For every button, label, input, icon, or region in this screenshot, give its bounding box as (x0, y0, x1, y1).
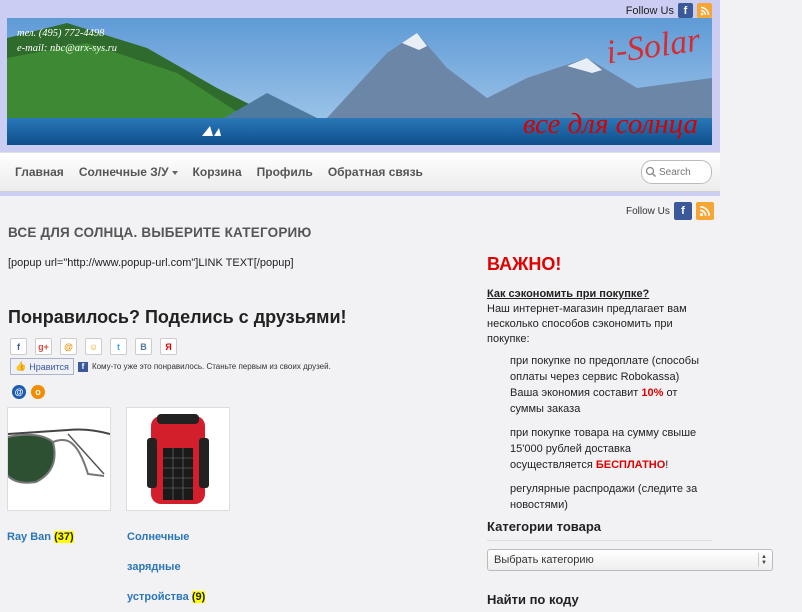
header-banner: тел. (495) 772-4498 e-mail: nbc@arx-sys.… (7, 18, 712, 145)
search-icon (645, 166, 656, 177)
moikrug-share-icon[interactable]: ☺ (85, 338, 102, 355)
twitter-share-icon[interactable]: t (110, 338, 127, 355)
phone-text: тел. (495) 772-4498 (17, 28, 105, 39)
search-box[interactable] (641, 160, 712, 184)
discount-percent: 10% (641, 387, 664, 399)
facebook-icon[interactable]: f (673, 202, 692, 220)
mail-share-icon[interactable]: @ (60, 338, 77, 355)
facebook-share-icon[interactable]: f (10, 338, 27, 355)
search-input[interactable] (657, 165, 707, 179)
nav-solar-chargers-label: Солнечные З/У (78, 165, 169, 179)
savings-heading-link[interactable]: Как сэкономить при покупке? (487, 288, 649, 300)
nav-profile[interactable]: Профиль (257, 165, 313, 179)
categories-heading: Категории товара (487, 519, 601, 534)
like-button[interactable]: 👍 Нравится (10, 358, 74, 375)
select-arrows-icon: ▲ ▼ (758, 553, 769, 567)
google-plus-share-icon[interactable]: g+ (35, 338, 52, 355)
facebook-like-widget: 👍 Нравится f Кому-то уже это понравилось.… (10, 358, 331, 375)
like-text: Кому-то уже это понравилось. Станьте пер… (91, 362, 331, 371)
savings-item: регулярные распродажи (следите за новост… (510, 483, 698, 511)
savings-item: при покупке товара на сумму свыше 15'000… (510, 425, 710, 473)
thumbs-up-icon: 👍 (15, 361, 27, 371)
category-name-line: устройства (127, 591, 189, 603)
yandex-share-icon[interactable]: Я (160, 338, 177, 355)
find-by-code-heading: Найти по коду (487, 592, 579, 607)
savings-item: при покупке по предоплате (способы оплат… (510, 353, 710, 417)
nav-solar-chargers[interactable]: Солнечные З/У (79, 165, 178, 179)
nav-home[interactable]: Главная (15, 165, 64, 179)
nav-feedback[interactable]: Обратная связь (328, 165, 423, 179)
category-count: (37) (54, 531, 74, 543)
tagline: все для солнца (522, 108, 698, 140)
product-image-rayban[interactable] (2, 407, 111, 511)
category-count: (9) (191, 591, 206, 603)
category-link-solar-chargers[interactable]: Солнечные зарядные устройства (9) (127, 522, 206, 612)
category-name: Ray Ban (7, 531, 52, 543)
contact-info: тел. (495) 772-4498 e-mail: nbc@arx-sys.… (17, 26, 117, 56)
chevron-down-icon (171, 170, 178, 175)
product-image-solar-chargers[interactable] (126, 407, 230, 511)
share-icons: f g+ @ ☺ t B Я (10, 338, 177, 355)
category-select-value: Выбрать категорию (494, 554, 594, 566)
divider (487, 540, 712, 541)
vkontakte-share-icon[interactable]: B (135, 338, 152, 355)
main-navbar: Главная Солнечные З/У Корзина Профиль Об… (0, 152, 720, 192)
category-name-line: зарядные (127, 561, 181, 573)
category-link-rayban[interactable]: Ray Ban (37) (7, 522, 74, 552)
rss-icon[interactable] (697, 3, 712, 18)
share-heading: Понравилось? Поделись с друзьями! (8, 307, 347, 327)
like-button-label: Нравится (29, 361, 69, 372)
follow-us-label-2: Follow Us (626, 205, 670, 217)
mailru-icon[interactable]: @ (12, 385, 26, 399)
sunglasses-image (2, 428, 111, 484)
savings-item-text: ! (665, 459, 669, 471)
page-title: ВСЕ ДЛЯ СОЛНЦА. ВЫБЕРИТЕ КАТЕГОРИЮ (8, 225, 312, 240)
rss-icon[interactable] (695, 202, 714, 220)
facebook-icon: f (77, 361, 88, 372)
extra-share-icons: @ o (12, 385, 45, 399)
solar-backpack-image (147, 414, 209, 504)
nav-cart[interactable]: Корзина (193, 165, 242, 179)
follow-us-label: Follow Us (625, 4, 674, 17)
facebook-icon[interactable]: f (678, 3, 693, 18)
popup-shortcode-text: [popup url="http://www.popup-url.com"]LI… (8, 257, 294, 269)
follow-us-secondary: Follow Us f (626, 202, 714, 220)
follow-us-top: Follow Us f (626, 3, 712, 18)
category-name-line: Солнечные (127, 531, 190, 543)
savings-list: при покупке по предоплате (способы оплат… (510, 353, 710, 521)
email-text: e-mail: nbc@arx-sys.ru (17, 43, 118, 54)
savings-intro: Наш интернет-магазин предлагает вам неск… (487, 303, 687, 345)
important-heading: ВАЖНО! (487, 254, 562, 274)
free-delivery-text: БЕСПЛАТНО (595, 459, 666, 471)
odnoklassniki-icon[interactable]: o (31, 385, 45, 399)
category-select[interactable]: Выбрать категорию ▲ ▼ (487, 549, 773, 571)
